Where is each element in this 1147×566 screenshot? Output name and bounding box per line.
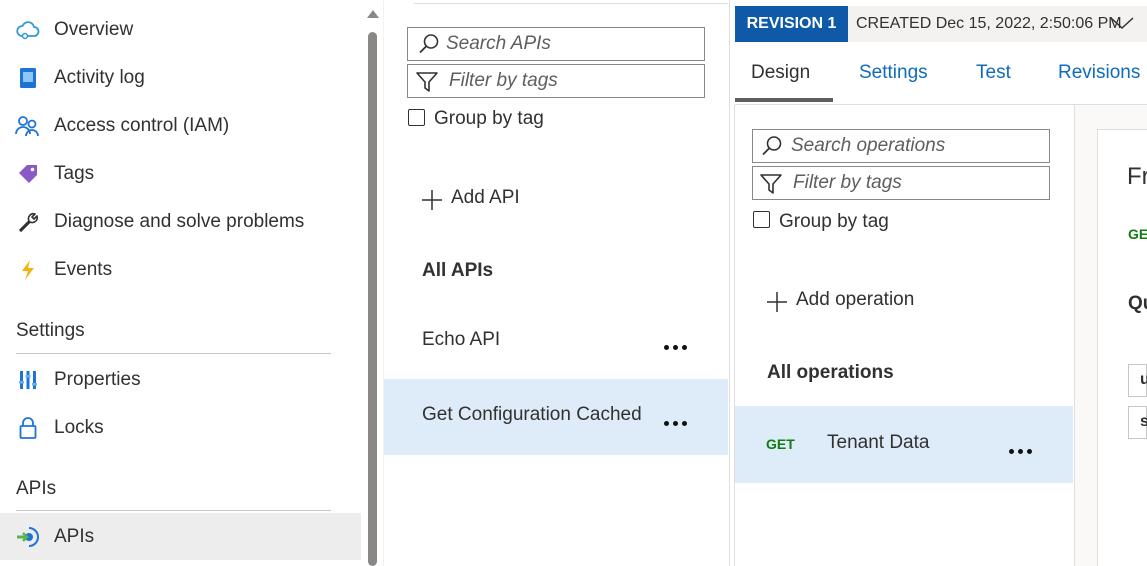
detail-card: [1097, 129, 1147, 566]
nav-item-activity-log[interactable]: Activity log: [0, 55, 361, 101]
operation-name: Tenant Data: [827, 432, 930, 453]
nav-label-events: Events: [54, 259, 113, 280]
panel-divider: [383, 0, 384, 566]
search-operations-placeholder: Search operations: [791, 135, 946, 156]
search-icon: [761, 135, 783, 162]
nav-divider: [16, 353, 331, 354]
nav-item-diagnose[interactable]: Diagnose and solve problems: [0, 199, 361, 245]
add-operation-button[interactable]: Add operation: [765, 288, 935, 316]
search-operations-input[interactable]: Search operations: [752, 129, 1050, 163]
more-options-icon[interactable]: [664, 345, 687, 350]
nav-section-apis: APIs: [16, 478, 57, 499]
add-operation-label: Add operation: [796, 289, 915, 310]
plus-icon: [420, 188, 444, 217]
detail-field-text: s: [1140, 413, 1147, 430]
revision-created: CREATED Dec 15, 2022, 2:50:06 PM: [856, 15, 1122, 32]
more-options-icon[interactable]: [664, 421, 687, 426]
detail-section-heading: Qu: [1128, 293, 1147, 314]
nav-label-properties: Properties: [54, 369, 141, 390]
nav-item-locks[interactable]: Locks: [0, 405, 361, 451]
filter-icon: [759, 172, 783, 201]
cloud-icon: [15, 17, 41, 43]
filter-apis-placeholder: Filter by tags: [449, 70, 558, 91]
api-name: Get Configuration Cached: [422, 404, 642, 425]
detail-title: Fr: [1127, 163, 1147, 190]
all-apis-heading[interactable]: All APIs: [422, 260, 493, 282]
detail-field-text: u: [1140, 371, 1147, 388]
wrench-icon: [15, 209, 41, 235]
search-icon: [418, 33, 440, 60]
nav-item-tags[interactable]: Tags: [0, 151, 361, 197]
nav-label-activity-log: Activity log: [54, 67, 145, 88]
filter-operations-placeholder: Filter by tags: [793, 172, 902, 193]
properties-icon: [15, 367, 41, 393]
lock-icon: [15, 415, 41, 441]
api-name: Echo API: [422, 329, 501, 350]
nav-label-locks: Locks: [54, 417, 104, 438]
plus-icon: [765, 290, 789, 319]
more-options-icon[interactable]: [1009, 449, 1032, 454]
group-by-tag-checkbox[interactable]: [753, 211, 770, 228]
api-icon: [15, 524, 41, 550]
nav-label-diagnose: Diagnose and solve problems: [54, 211, 305, 232]
resource-menu: Overview Activity log Access control (IA…: [0, 0, 380, 566]
tab-settings[interactable]: Settings: [859, 62, 928, 84]
filter-apis-input[interactable]: Filter by tags: [407, 64, 705, 98]
method-badge: GET: [766, 436, 795, 452]
group-by-tag-checkbox[interactable]: [408, 109, 425, 126]
nav-item-overview[interactable]: Overview: [0, 7, 361, 53]
activity-log-icon: [15, 65, 41, 91]
detail-field[interactable]: s: [1128, 406, 1147, 439]
search-apis-placeholder: Search APIs: [446, 33, 551, 54]
nav-item-apis[interactable]: APIs: [0, 513, 361, 560]
nav-label-access-control: Access control (IAM): [54, 115, 230, 136]
group-by-tag-label: Group by tag: [434, 108, 544, 129]
filter-operations-input[interactable]: Filter by tags: [752, 166, 1050, 200]
add-api-label: Add API: [451, 187, 520, 208]
api-panel-top-border: [414, 0, 728, 4]
all-operations-heading[interactable]: All operations: [767, 362, 894, 384]
tab-revisions[interactable]: Revisions: [1058, 62, 1140, 84]
scroll-up-icon[interactable]: [367, 10, 379, 18]
nav-item-access-control[interactable]: Access control (IAM): [0, 103, 361, 149]
detail-method-badge: GE: [1128, 226, 1147, 242]
panel-divider: [734, 105, 735, 566]
scrollbar-thumb[interactable]: [368, 32, 377, 566]
tab-test[interactable]: Test: [976, 62, 1011, 84]
nav-divider: [16, 510, 331, 511]
api-list-item[interactable]: Echo API: [384, 305, 728, 377]
nav-section-settings: Settings: [16, 320, 85, 341]
tab-design[interactable]: Design: [751, 62, 810, 84]
people-icon: [15, 113, 41, 139]
detail-field[interactable]: u: [1128, 364, 1147, 397]
operation-list-item-selected[interactable]: GET Tenant Data: [735, 406, 1073, 483]
group-by-tag-label: Group by tag: [779, 211, 889, 232]
lightning-icon: [15, 257, 41, 283]
api-list-item-selected[interactable]: Get Configuration Cached: [384, 379, 728, 455]
filter-icon: [415, 70, 439, 99]
chevron-down-icon[interactable]: [1109, 14, 1135, 37]
search-apis-input[interactable]: Search APIs: [407, 27, 705, 61]
active-tab-indicator: [735, 98, 833, 102]
revision-badge[interactable]: REVISION 1: [735, 6, 848, 42]
nav-label-apis: APIs: [54, 525, 95, 547]
nav-item-events[interactable]: Events: [0, 247, 361, 293]
nav-item-properties[interactable]: Properties: [0, 357, 361, 403]
nav-label-overview: Overview: [54, 19, 134, 40]
add-api-button[interactable]: Add API: [420, 186, 540, 214]
tag-icon: [15, 161, 41, 187]
panel-divider: [729, 0, 730, 566]
nav-label-tags: Tags: [54, 163, 95, 184]
